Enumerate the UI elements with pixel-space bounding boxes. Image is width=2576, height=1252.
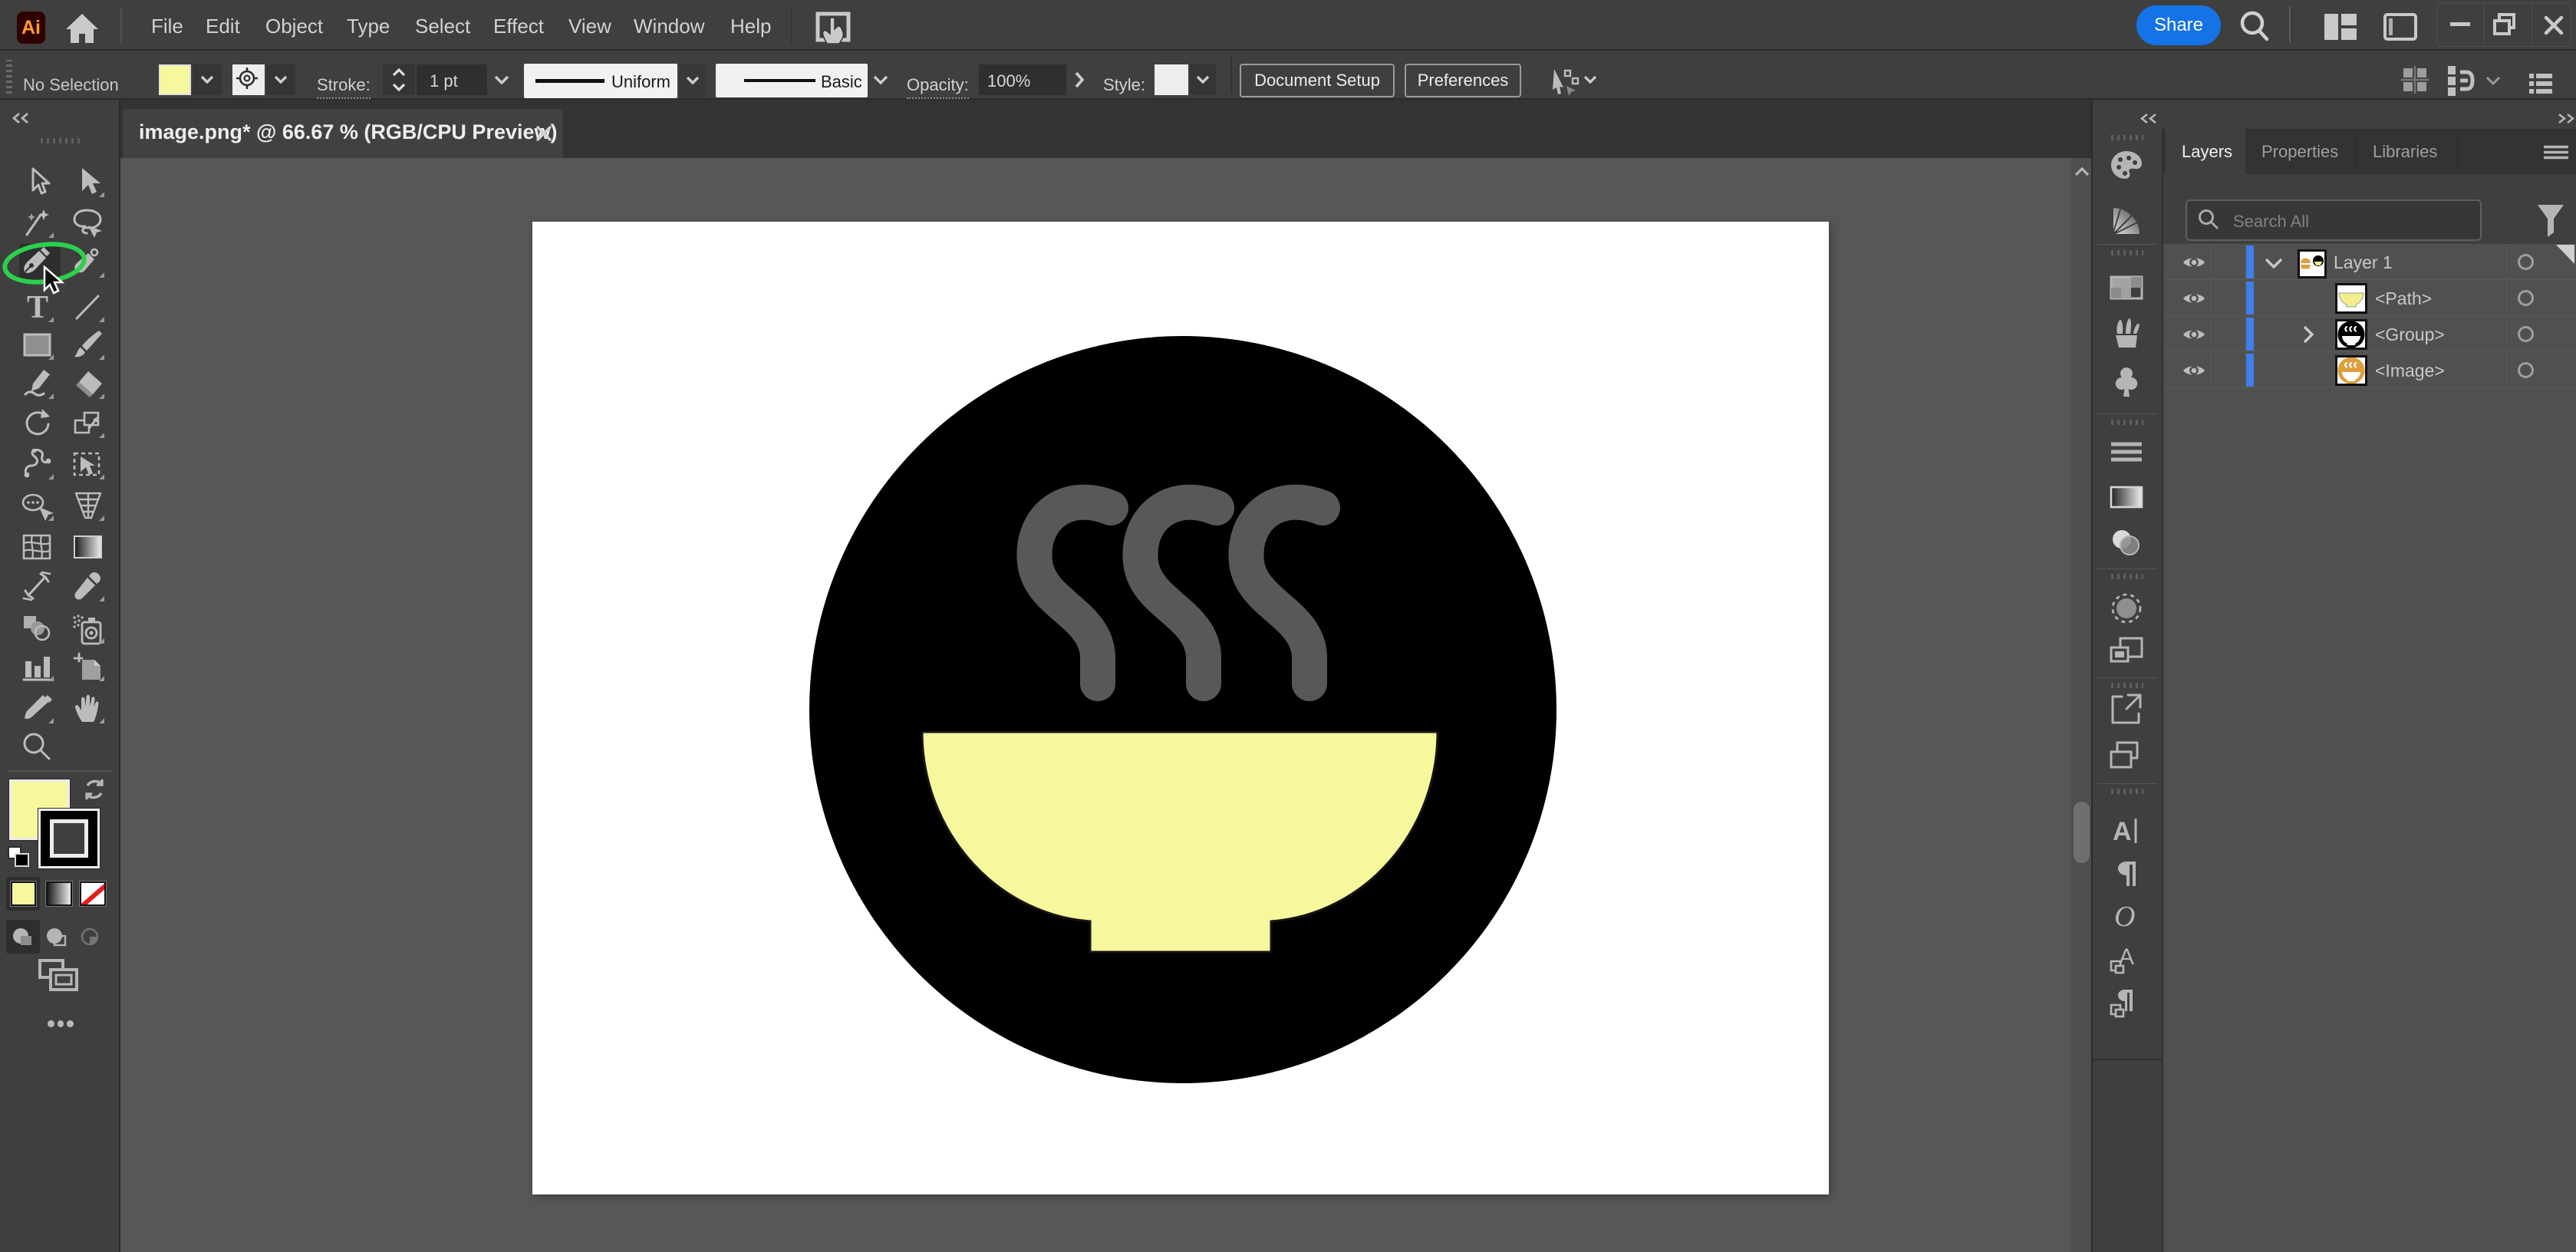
svg-text:O: O (2114, 903, 2135, 932)
svg-text:A: A (2113, 817, 2132, 846)
